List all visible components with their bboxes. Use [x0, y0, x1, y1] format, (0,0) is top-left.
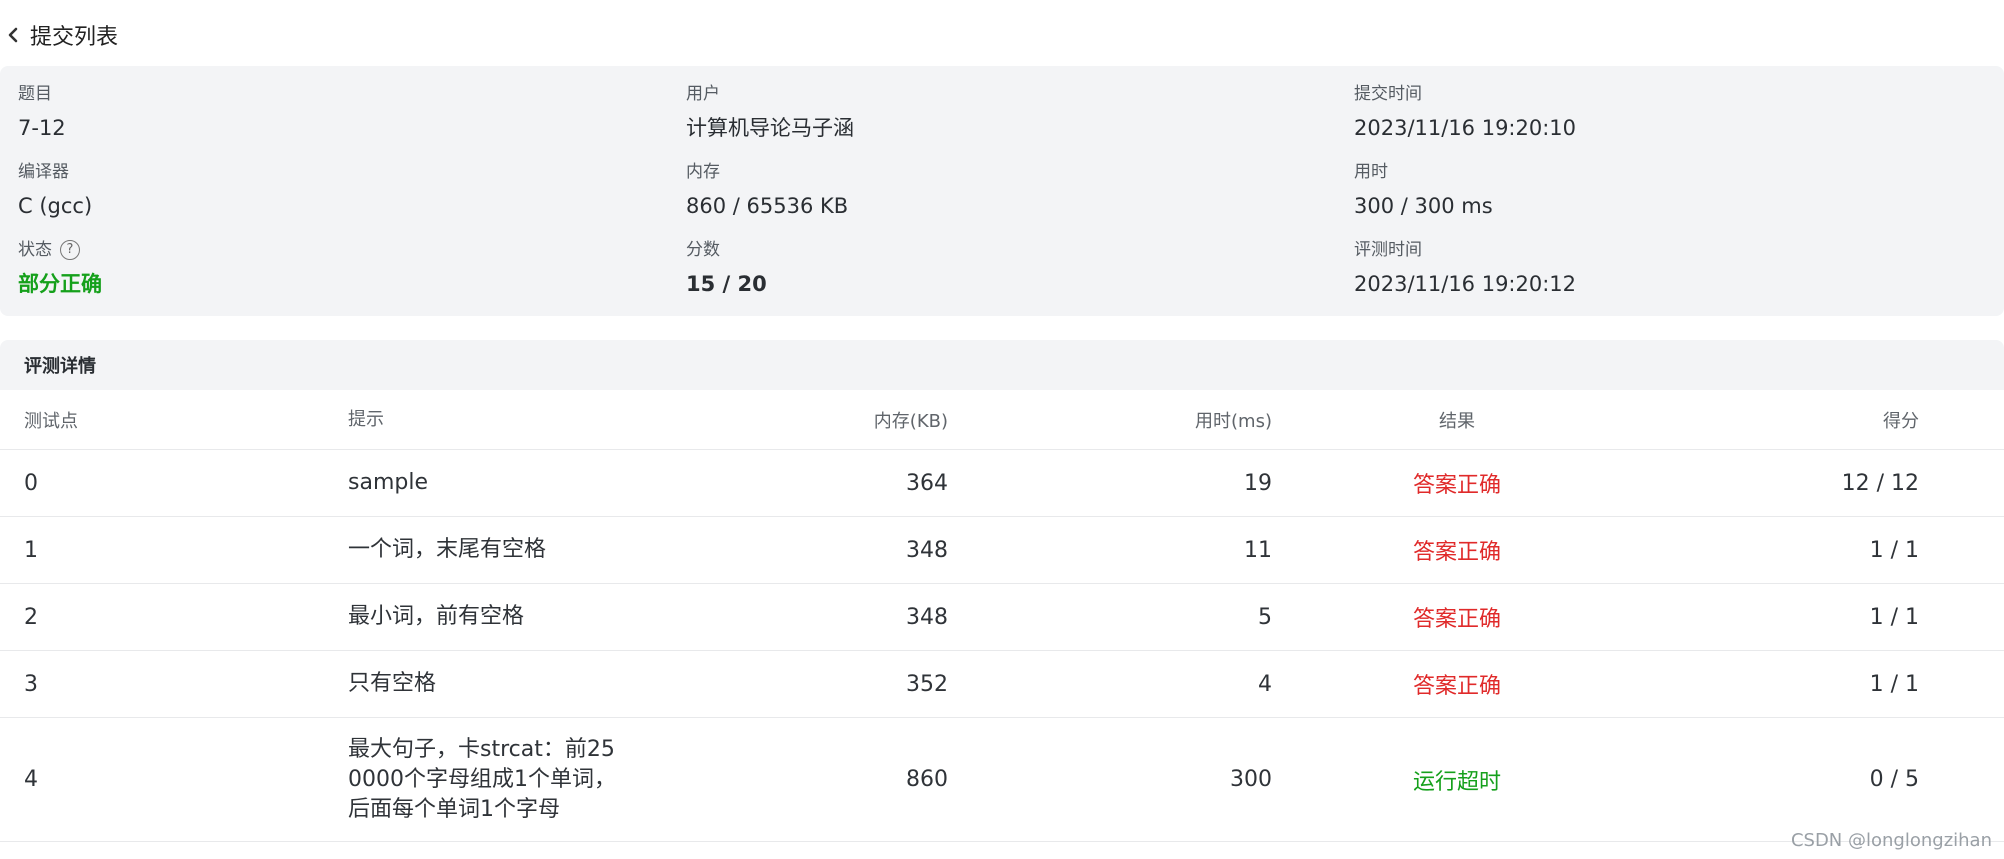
case-id: 4 — [24, 767, 38, 792]
case-time: 5 — [1258, 604, 1272, 630]
section-title: 评测详情 — [0, 340, 2004, 390]
field-value: C (gcc) — [18, 194, 93, 218]
case-memory: 348 — [906, 604, 948, 630]
col-time: 用时(ms) — [1195, 410, 1272, 432]
case-hint: 只有空格 — [348, 671, 437, 696]
case-hint-line: 最大句子，卡strcat：前25 — [348, 736, 615, 762]
case-memory: 348 — [906, 537, 948, 563]
case-id: 3 — [24, 671, 38, 697]
table-row: 0 sample 364 19 答案正确 12 / 12 — [0, 450, 2004, 517]
field-score: 分数 15 / 20 — [686, 238, 767, 300]
help-icon[interactable]: ? — [60, 240, 80, 260]
case-hint: sample — [348, 470, 428, 495]
table-row: 2 最小词，前有空格 348 5 答案正确 1 / 1 — [0, 584, 2004, 651]
field-label: 用时 — [1354, 162, 1388, 182]
field-label: 编译器 — [18, 162, 69, 182]
back-to-submission-list[interactable]: 提交列表 — [6, 18, 118, 52]
col-case: 测试点 — [24, 410, 78, 432]
field-submit-time: 提交时间 2023/11/16 19:20:10 — [1354, 82, 1576, 144]
case-score: 1 / 1 — [1869, 537, 1919, 563]
field-value: 7-12 — [18, 116, 66, 140]
case-id: 2 — [24, 604, 38, 630]
field-label: 题目 — [18, 84, 52, 104]
field-value: 2023/11/16 19:20:10 — [1354, 116, 1577, 140]
case-score: 1 / 1 — [1869, 604, 1919, 630]
field-judge-time: 评测时间 2023/11/16 19:20:12 — [1354, 238, 1576, 300]
table-row: 1 一个词，末尾有空格 348 11 答案正确 1 / 1 — [0, 517, 2004, 584]
field-value: 860 / 65536 KB — [686, 194, 849, 218]
case-result: 答案正确 — [1412, 473, 1501, 498]
case-id: 0 — [24, 470, 38, 496]
case-hint: 最小词，前有空格 — [348, 604, 525, 629]
submission-detail-page: 提交列表 题目 7-12 编译器 C (gcc) 状态 ? 部分正确 用户 计算… — [0, 0, 2004, 859]
case-time: 19 — [1244, 470, 1272, 496]
field-duration: 用时 300 / 300 ms — [1354, 160, 1493, 222]
col-score: 得分 — [1883, 410, 1919, 432]
case-memory: 364 — [906, 470, 948, 496]
submission-summary: 题目 7-12 编译器 C (gcc) 状态 ? 部分正确 用户 计算机导论马子… — [0, 66, 2004, 316]
table-row: 3 只有空格 352 4 答案正确 1 / 1 — [0, 651, 2004, 718]
field-label: 用户 — [686, 84, 720, 104]
field-label: 提交时间 — [1354, 84, 1422, 104]
field-label: 评测时间 — [1354, 240, 1422, 260]
field-user: 用户 计算机导论马子涵 — [686, 82, 854, 144]
field-label: 分数 — [686, 240, 720, 260]
case-time: 11 — [1244, 537, 1272, 563]
field-memory: 内存 860 / 65536 KB — [686, 160, 848, 222]
back-label: 提交列表 — [30, 25, 119, 50]
case-hint: 最大句子，卡strcat：前25 0000个字母组成1个单词， 后面每个单词1个… — [348, 718, 648, 841]
field-value: 300 / 300 ms — [1354, 194, 1493, 218]
field-label: 状态 — [18, 240, 52, 260]
case-result: 答案正确 — [1412, 607, 1501, 632]
case-result: 运行超时 — [1412, 769, 1501, 795]
case-score: 12 / 12 — [1841, 470, 1919, 496]
chevron-left-icon — [8, 27, 18, 43]
field-status: 状态 ? 部分正确 — [18, 238, 102, 300]
field-compiler: 编译器 C (gcc) — [18, 160, 92, 222]
case-hint-line: 0000个字母组成1个单词， — [348, 766, 616, 792]
col-memory: 内存(KB) — [873, 410, 948, 432]
case-hint: 一个词，末尾有空格 — [348, 537, 547, 562]
field-label: 内存 — [686, 162, 720, 182]
case-hint-line: 后面每个单词1个字母 — [348, 796, 560, 822]
case-time: 300 — [1230, 767, 1272, 792]
table-row: 4 最大句子，卡strcat：前25 0000个字母组成1个单词， 后面每个单词… — [0, 718, 2004, 842]
field-value: 计算机导论马子涵 — [686, 116, 854, 140]
field-value: 2023/11/16 19:20:12 — [1354, 272, 1577, 296]
status-value: 部分正确 — [18, 272, 102, 296]
field-problem: 题目 7-12 — [18, 82, 66, 144]
field-label-row: 状态 ? — [18, 238, 102, 262]
case-time: 4 — [1258, 671, 1272, 697]
score-value: 15 / 20 — [686, 272, 767, 296]
case-result: 答案正确 — [1412, 674, 1501, 699]
case-memory: 860 — [906, 767, 948, 792]
judge-details: 评测详情 测试点 提示 内存(KB) 用时(ms) 结果 得分 0 sample… — [0, 340, 2004, 859]
table-header: 测试点 提示 内存(KB) 用时(ms) 结果 得分 — [0, 390, 2004, 450]
case-result: 答案正确 — [1412, 540, 1501, 565]
col-hint: 提示 — [348, 408, 384, 430]
case-score: 0 / 5 — [1869, 767, 1919, 792]
case-memory: 352 — [906, 671, 948, 697]
case-id: 1 — [24, 537, 38, 563]
col-result: 结果 — [1439, 410, 1475, 432]
watermark: CSDN @longlongzihan — [1790, 830, 1992, 851]
case-score: 1 / 1 — [1869, 671, 1919, 697]
